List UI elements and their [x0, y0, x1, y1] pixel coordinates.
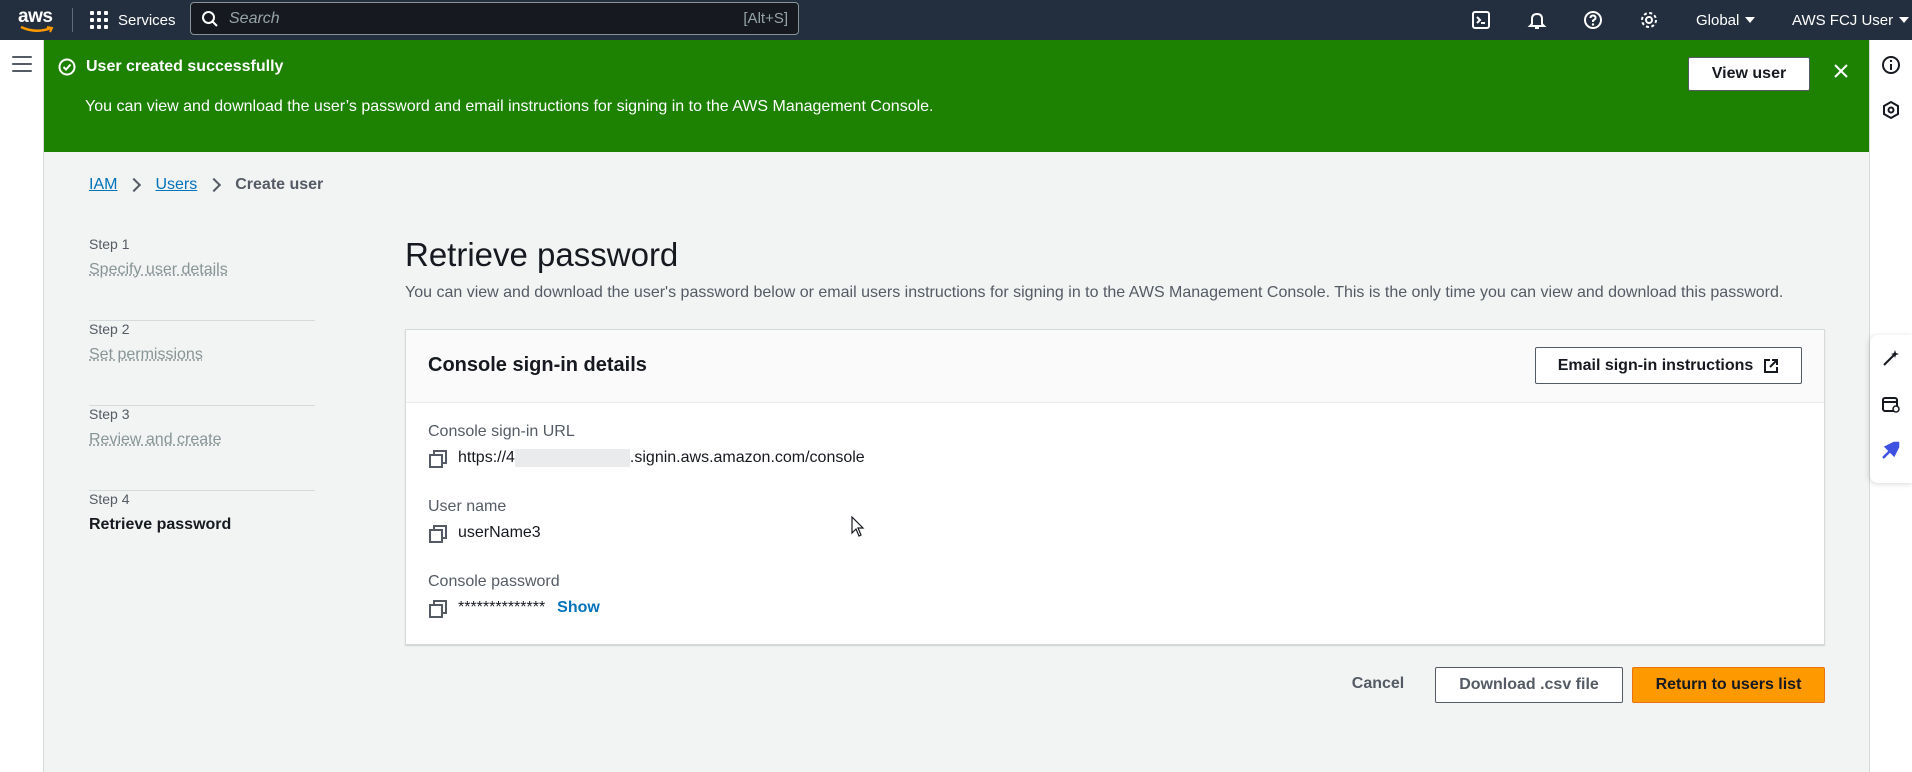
flash-header: User created successfully: [58, 58, 283, 76]
right-rail: [1869, 40, 1912, 772]
email-button-label: Email sign-in instructions: [1557, 356, 1754, 374]
success-check-icon: [58, 58, 76, 76]
chevron-down-icon: [1745, 17, 1756, 23]
notifications-bell-icon[interactable]: [1525, 8, 1549, 32]
card-header: Console sign-in details Email sign-in in…: [406, 330, 1824, 403]
magic-wand-icon[interactable]: [1880, 347, 1902, 369]
services-grid-icon: [90, 11, 108, 29]
wizard-step-3: Step 3 Review and create: [89, 406, 315, 491]
search-input[interactable]: Search [Alt+S]: [190, 2, 799, 35]
return-to-users-list-button[interactable]: Return to users list: [1632, 667, 1825, 703]
menu-hamburger-icon[interactable]: [12, 56, 32, 72]
breadcrumb-iam[interactable]: IAM: [89, 176, 117, 194]
email-sign-in-instructions-button[interactable]: Email sign-in instructions: [1535, 347, 1802, 384]
sign-in-url-label: Console sign-in URL: [428, 423, 575, 440]
card-title: Console sign-in details: [428, 354, 647, 376]
account-label: AWS FCJ User: [1792, 11, 1894, 29]
wizard-step-4: Step 4 Retrieve password: [89, 491, 315, 576]
page-description: You can view and download the user's pas…: [405, 284, 1784, 301]
url-suffix: .signin.aws.amazon.com/console: [629, 449, 865, 467]
success-flash-banner: User created successfully You can view a…: [44, 40, 1869, 152]
breadcrumb-create-user: Create user: [235, 176, 324, 193]
console-sign-in-details-card: Console sign-in details Email sign-in in…: [405, 329, 1825, 645]
top-nav: aws Services Search [Alt+S] Global AWS F…: [0, 0, 1912, 40]
sign-in-url-text: https://4 .signin.aws.amazon.com/console: [458, 448, 865, 467]
search-icon: [202, 10, 218, 27]
page-title: Retrieve password: [405, 236, 679, 273]
step-number: Step 2: [89, 321, 130, 337]
assistant-panel: [1870, 335, 1912, 483]
aws-logo[interactable]: aws: [18, 6, 58, 34]
cancel-button[interactable]: Cancel: [1338, 667, 1418, 701]
cloudshell-icon[interactable]: [1469, 8, 1493, 32]
username-value: userName3: [428, 522, 541, 544]
step-current-retrieve-password: Retrieve password: [89, 516, 232, 533]
step-link-set-permissions[interactable]: Set permissions: [89, 346, 203, 364]
step-number: Step 3: [89, 406, 130, 422]
calendar-settings-icon[interactable]: [1880, 393, 1902, 415]
chevron-right-icon: [127, 177, 142, 193]
flash-title: User created successfully: [86, 58, 284, 75]
wizard-steps: Step 1 Specify user details Step 2 Set p…: [89, 236, 315, 576]
left-rail: [0, 40, 44, 772]
password-label: Console password: [428, 573, 560, 590]
copy-icon[interactable]: [428, 599, 447, 618]
aws-logo-text: aws: [18, 6, 53, 27]
services-menu[interactable]: Services: [90, 8, 176, 32]
region-label: Global: [1696, 11, 1740, 29]
region-selector[interactable]: Global: [1696, 8, 1756, 32]
chevron-right-icon: [207, 177, 222, 193]
url-prefix: https://4: [458, 449, 515, 467]
help-icon[interactable]: [1581, 8, 1605, 32]
copy-icon[interactable]: [428, 524, 447, 543]
search-shortcut: [Alt+S]: [743, 10, 788, 27]
external-link-icon: [1764, 358, 1779, 373]
breadcrumb: IAM Users Create user: [89, 176, 323, 194]
view-user-button[interactable]: View user: [1688, 57, 1810, 91]
flash-message: You can view and download the user’s pas…: [85, 98, 934, 115]
resources-hexagon-icon[interactable]: [1880, 99, 1902, 121]
step-link-specify-user-details[interactable]: Specify user details: [89, 261, 228, 279]
step-number: Step 1: [89, 236, 130, 252]
username-label: User name: [428, 498, 507, 515]
nav-divider: [72, 8, 73, 32]
sign-in-url-value: https://4 .signin.aws.amazon.com/console: [428, 447, 865, 469]
show-password-link[interactable]: Show: [557, 599, 600, 617]
password-masked: **************: [458, 599, 546, 616]
account-menu[interactable]: AWS FCJ User: [1792, 8, 1910, 32]
password-value: ************** Show: [428, 597, 600, 619]
wizard-step-1: Step 1 Specify user details: [89, 236, 315, 321]
download-csv-button[interactable]: Download .csv file: [1435, 667, 1623, 703]
aws-smile-icon: [20, 26, 54, 33]
close-icon[interactable]: [1829, 59, 1853, 83]
wizard-step-2: Step 2 Set permissions: [89, 321, 315, 406]
mouse-cursor-icon: [851, 516, 865, 537]
step-link-review-and-create[interactable]: Review and create: [89, 431, 222, 449]
info-icon[interactable]: [1880, 54, 1902, 76]
username-text: userName3: [458, 524, 541, 541]
amazon-q-icon[interactable]: [1880, 439, 1902, 461]
step-number: Step 4: [89, 491, 130, 507]
chevron-down-icon: [1899, 17, 1910, 23]
copy-icon[interactable]: [428, 449, 447, 468]
search-placeholder: Search: [229, 9, 280, 27]
services-label: Services: [118, 11, 176, 29]
breadcrumb-users[interactable]: Users: [155, 176, 197, 194]
redacted-account-id: [514, 448, 630, 467]
settings-gear-icon[interactable]: [1637, 8, 1661, 32]
